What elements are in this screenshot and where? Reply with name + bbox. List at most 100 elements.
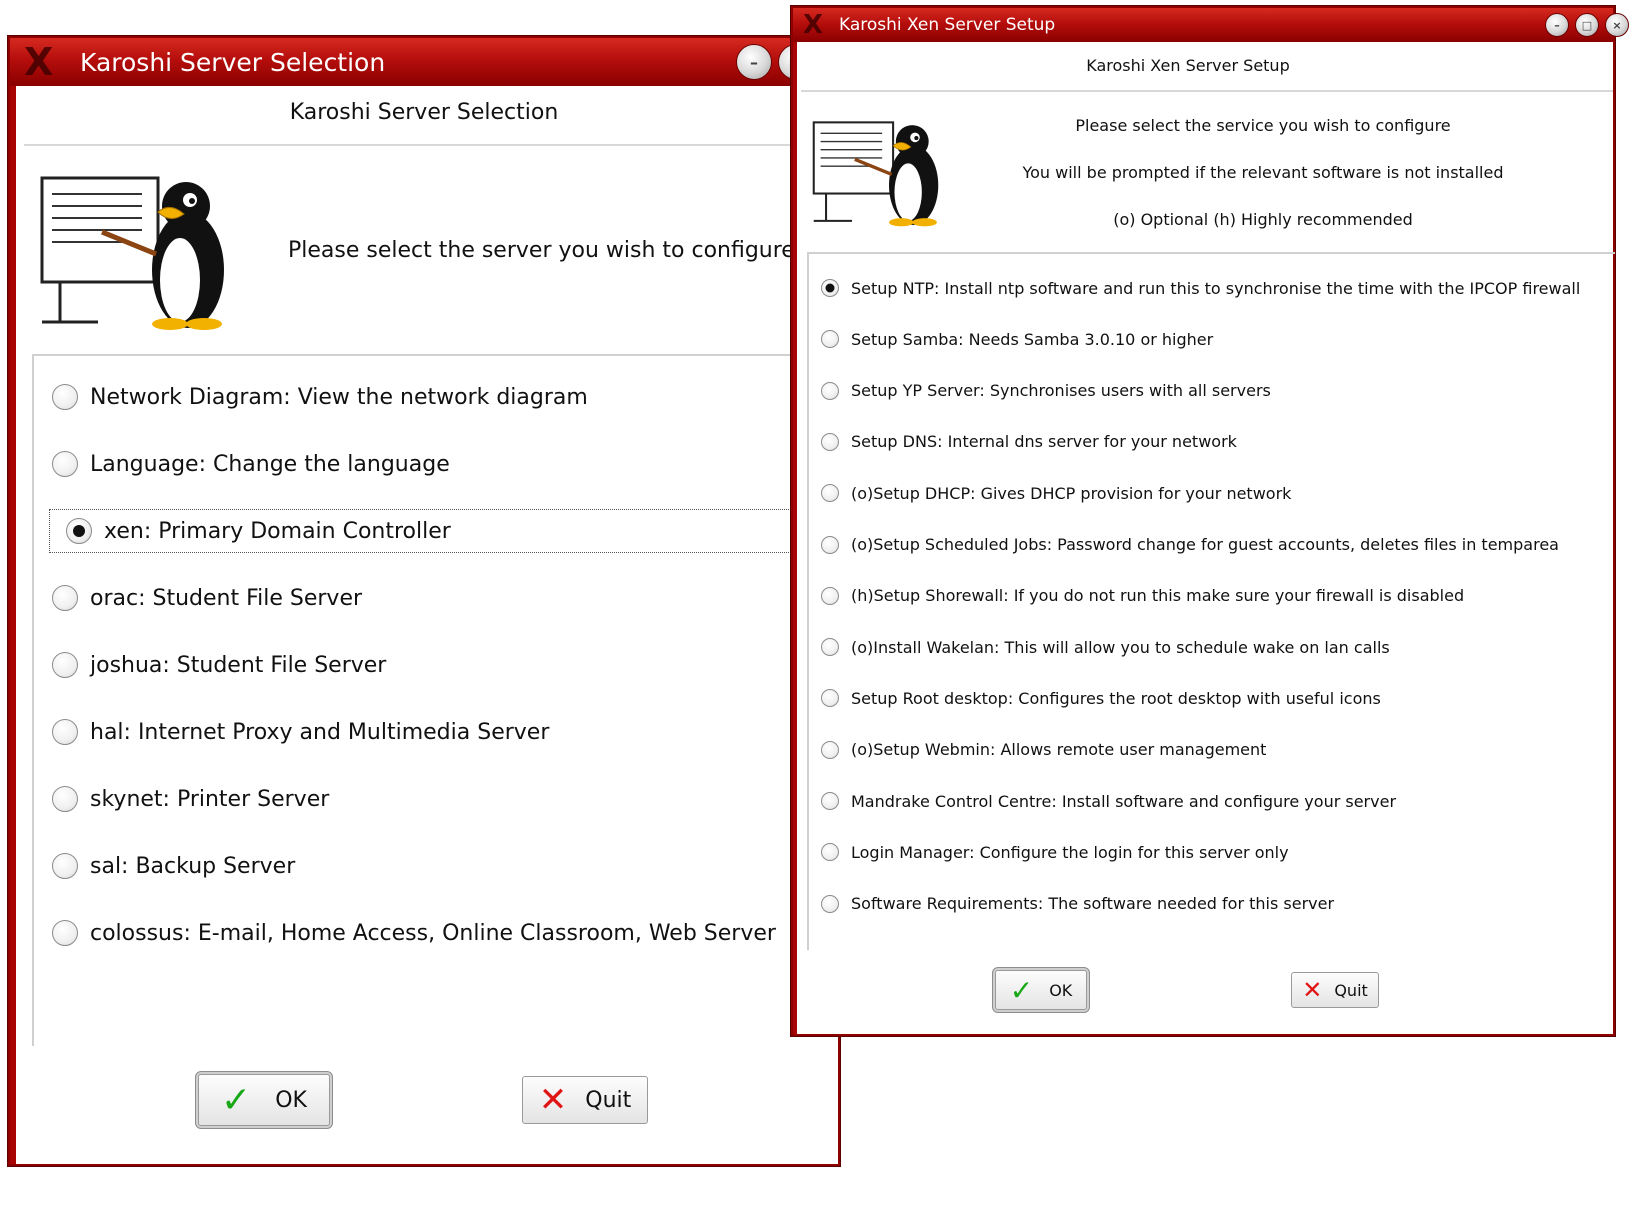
radio-option[interactable]: skynet: Printer Server xyxy=(34,776,834,822)
radio-option-label: Setup NTP: Install ntp software and run … xyxy=(851,278,1581,298)
radio-button[interactable] xyxy=(821,894,839,913)
radio-option-label: (o)Setup Webmin: Allows remote user mana… xyxy=(851,740,1267,760)
maximize-icon[interactable]: □ xyxy=(1575,13,1599,37)
radio-option[interactable]: orac: Student File Server xyxy=(34,575,834,621)
radio-button[interactable] xyxy=(821,484,839,503)
radio-option[interactable]: (o)Setup Webmin: Allows remote user mana… xyxy=(809,732,1615,768)
red-x-icon: ✕ xyxy=(538,1080,568,1120)
x-logo-icon[interactable]: X xyxy=(24,40,64,84)
radio-option-label: hal: Internet Proxy and Multimedia Serve… xyxy=(90,719,550,745)
heading-separator xyxy=(801,90,1613,92)
service-prompt-line-1: Please select the service you wish to co… xyxy=(1075,116,1451,135)
radio-option[interactable]: (o)Install Wakelan: This will allow you … xyxy=(809,629,1615,665)
window-heading: Karoshi Xen Server Setup xyxy=(1086,56,1290,75)
radio-button[interactable] xyxy=(52,451,78,477)
checkmark-icon: ✓ xyxy=(1009,973,1034,1007)
radio-button[interactable] xyxy=(52,652,78,678)
radio-button[interactable] xyxy=(821,638,839,657)
radio-button[interactable] xyxy=(821,843,839,862)
penguin-presenter-icon xyxy=(812,121,939,227)
radio-button[interactable] xyxy=(821,279,839,297)
radio-button[interactable] xyxy=(821,740,839,759)
server-prompt: Please select the server you wish to con… xyxy=(288,238,795,263)
ok-button-label: OK xyxy=(275,1087,307,1113)
radio-option-label: Login Manager: Configure the login for t… xyxy=(851,842,1289,862)
radio-button[interactable] xyxy=(821,535,839,554)
radio-button[interactable] xyxy=(66,518,92,544)
radio-option-label: Setup DNS: Internal dns server for your … xyxy=(851,432,1237,452)
radio-button[interactable] xyxy=(52,384,78,410)
window-heading: Karoshi Server Selection xyxy=(289,100,559,125)
radio-button[interactable] xyxy=(821,792,839,810)
radio-option-label: Setup YP Server: Synchronises users with… xyxy=(851,381,1271,401)
radio-button[interactable] xyxy=(821,586,839,605)
radio-option-label: skynet: Printer Server xyxy=(90,786,330,812)
radio-option[interactable]: (h)Setup Shorewall: If you do not run th… xyxy=(809,578,1615,614)
radio-option[interactable]: Software Requirements: The software need… xyxy=(809,886,1615,922)
radio-option[interactable]: colossus: E-mail, Home Access, Online Cl… xyxy=(34,910,834,956)
radio-option-label: Setup Root desktop: Configures the root … xyxy=(851,688,1381,708)
heading-separator xyxy=(24,144,804,146)
radio-option-label: colossus: E-mail, Home Access, Online Cl… xyxy=(90,920,776,946)
radio-option-label: Mandrake Control Centre: Install softwar… xyxy=(851,791,1397,811)
radio-option[interactable]: hal: Internet Proxy and Multimedia Serve… xyxy=(34,709,834,755)
radio-option[interactable]: (o)Setup DHCP: Gives DHCP provision for … xyxy=(809,475,1615,511)
radio-button[interactable] xyxy=(52,719,78,745)
radio-option[interactable]: joshua: Student File Server xyxy=(34,642,834,688)
checkmark-icon: ✓ xyxy=(221,1079,252,1121)
service-prompt-line-2: You will be prompted if the relevant sof… xyxy=(1022,163,1504,182)
xen-setup-window: X Karoshi Xen Server Setup – □ × Karoshi… xyxy=(791,6,1629,1036)
x-logo-icon[interactable]: X xyxy=(803,10,831,40)
radio-option-label: Language: Change the language xyxy=(90,451,450,477)
radio-button[interactable] xyxy=(821,432,839,451)
xen-setup-titlebar[interactable]: X Karoshi Xen Server Setup – □ × xyxy=(793,8,1629,42)
quit-button-label: Quit xyxy=(1334,980,1368,1000)
minimize-icon[interactable]: – xyxy=(736,44,772,80)
ok-button-label: OK xyxy=(1049,980,1073,1000)
radio-button[interactable] xyxy=(821,381,839,400)
quit-button-label: Quit xyxy=(585,1087,632,1113)
radio-option-label: Setup Samba: Needs Samba 3.0.10 or highe… xyxy=(851,329,1214,349)
radio-option[interactable]: Mandrake Control Centre: Install softwar… xyxy=(809,783,1615,819)
radio-button[interactable] xyxy=(52,585,78,611)
radio-button[interactable] xyxy=(821,689,839,708)
quit-button[interactable]: ✕ Quit xyxy=(1291,972,1379,1008)
radio-option[interactable]: (o)Setup Scheduled Jobs: Password change… xyxy=(809,527,1615,563)
server-selection-titlebar[interactable]: X Karoshi Server Selection – □ xyxy=(10,38,838,86)
quit-button[interactable]: ✕ Quit xyxy=(522,1076,648,1124)
ok-button[interactable]: ✓ OK xyxy=(995,970,1087,1010)
radio-option-label: Software Requirements: The software need… xyxy=(851,894,1335,914)
radio-button[interactable] xyxy=(52,920,78,946)
radio-option[interactable]: Setup DNS: Internal dns server for your … xyxy=(809,424,1615,460)
radio-button[interactable] xyxy=(52,786,78,812)
radio-option-label: xen: Primary Domain Controller xyxy=(104,518,451,544)
radio-option-label: sal: Backup Server xyxy=(90,853,296,879)
radio-option[interactable]: xen: Primary Domain Controller xyxy=(48,508,834,554)
radio-button[interactable] xyxy=(52,853,78,879)
radio-option-label: orac: Student File Server xyxy=(90,585,363,611)
right-frame-border xyxy=(793,42,797,1034)
radio-option-label: (o)Install Wakelan: This will allow you … xyxy=(851,637,1390,657)
window-title: Karoshi Server Selection xyxy=(80,47,386,77)
ok-button[interactable]: ✓ OK xyxy=(198,1074,330,1126)
radio-option[interactable]: Setup NTP: Install ntp software and run … xyxy=(809,270,1615,306)
server-options-panel: Network Diagram: View the network diagra… xyxy=(32,354,834,1046)
minimize-icon[interactable]: – xyxy=(1545,13,1569,37)
radio-option[interactable]: Login Manager: Configure the login for t… xyxy=(809,834,1615,870)
radio-option[interactable]: Setup Samba: Needs Samba 3.0.10 or highe… xyxy=(809,321,1615,357)
radio-option[interactable]: Setup Root desktop: Configures the root … xyxy=(809,680,1615,716)
radio-option[interactable]: Network Diagram: View the network diagra… xyxy=(34,374,834,420)
radio-option[interactable]: Language: Change the language xyxy=(34,441,834,487)
window-title: Karoshi Xen Server Setup xyxy=(839,15,1056,35)
close-icon[interactable]: × xyxy=(1605,13,1629,37)
radio-option-label: joshua: Student File Server xyxy=(90,652,387,678)
service-options-panel: Setup NTP: Install ntp software and run … xyxy=(807,252,1615,950)
server-selection-window: X Karoshi Server Selection – □ Karoshi S… xyxy=(8,36,840,1166)
radio-button[interactable] xyxy=(821,330,839,349)
radio-option-label: (o)Setup Scheduled Jobs: Password change… xyxy=(851,535,1559,554)
radio-option[interactable]: sal: Backup Server xyxy=(34,843,834,889)
radio-option[interactable]: Setup YP Server: Synchronises users with… xyxy=(809,373,1615,409)
penguin-presenter-icon xyxy=(40,176,224,330)
service-prompt-line-3: (o) Optional (h) Highly recommended xyxy=(1113,210,1413,229)
radio-option-label: Network Diagram: View the network diagra… xyxy=(90,384,588,410)
